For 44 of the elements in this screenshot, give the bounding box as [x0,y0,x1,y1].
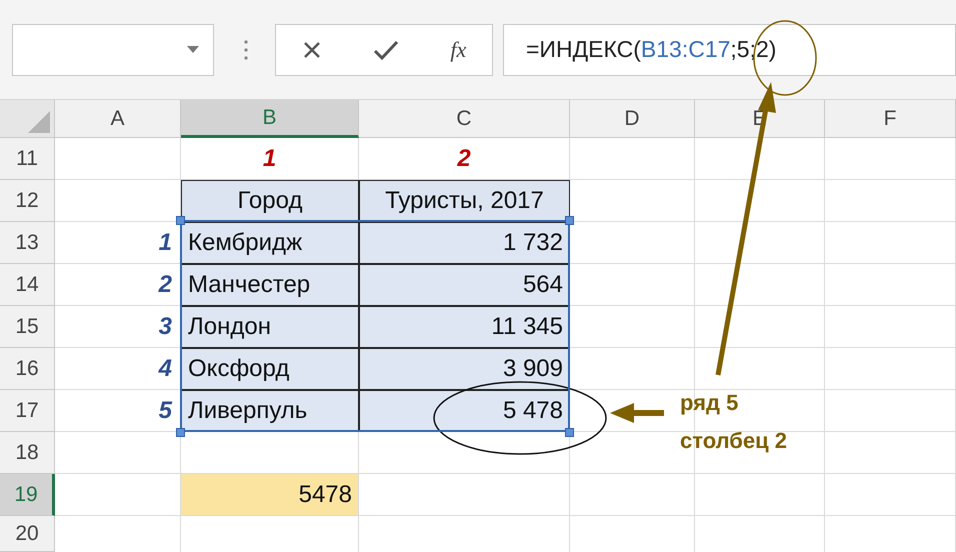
table-cell[interactable]: Кембридж [181,222,359,264]
table-cell[interactable]: 11 345 [359,306,570,348]
drag-handle-icon [244,38,248,60]
table-cell[interactable]: Манчестер [181,264,359,306]
select-all-icon[interactable] [28,111,50,133]
row-header[interactable]: 11 [0,138,55,180]
table-cell[interactable]: 5 478 [359,390,570,432]
table-cell[interactable]: 1 732 [359,222,570,264]
resize-handle[interactable] [565,428,574,437]
row-header[interactable]: 18 [0,432,55,474]
dropdown-caret-icon[interactable] [187,46,199,54]
table-cell[interactable]: Туристы, 2017 [359,180,570,222]
column-header[interactable]: F [825,100,956,138]
table-cell[interactable]: 4 [55,348,181,390]
table-cell[interactable]: Оксфорд [181,348,359,390]
table-cell[interactable]: Ливерпуль [181,390,359,432]
row-header[interactable]: 20 [0,516,55,552]
table-cell[interactable]: Город [181,180,359,222]
table-cell[interactable]: 5478 [181,474,359,516]
row-header[interactable]: 14 [0,264,55,306]
resize-handle[interactable] [176,216,185,225]
column-header[interactable]: B [181,100,359,138]
column-header[interactable]: A [55,100,181,138]
resize-handle[interactable] [176,428,185,437]
cancel-icon[interactable] [302,40,322,60]
row-header[interactable]: 12 [0,180,55,222]
table-cell[interactable]: 3 [55,306,181,348]
resize-handle[interactable] [565,216,574,225]
row-header[interactable]: 13 [0,222,55,264]
table-cell[interactable]: 3 909 [359,348,570,390]
annotation-text: столбец 2 [680,427,787,455]
row-header[interactable]: 19 [0,474,55,516]
column-header[interactable]: C [359,100,570,138]
pointer-arrow [610,403,664,423]
row-header[interactable]: 16 [0,348,55,390]
table-cell[interactable]: 564 [359,264,570,306]
check-icon[interactable] [373,40,400,60]
row-header[interactable]: 15 [0,306,55,348]
insert-function-button[interactable]: fx [450,33,466,66]
table-cell[interactable]: 2 [55,264,181,306]
row-header[interactable]: 17 [0,390,55,432]
table-cell[interactable]: Лондон [181,306,359,348]
column-header[interactable]: D [570,100,695,138]
annotation-text: ряд 5 [680,389,740,417]
